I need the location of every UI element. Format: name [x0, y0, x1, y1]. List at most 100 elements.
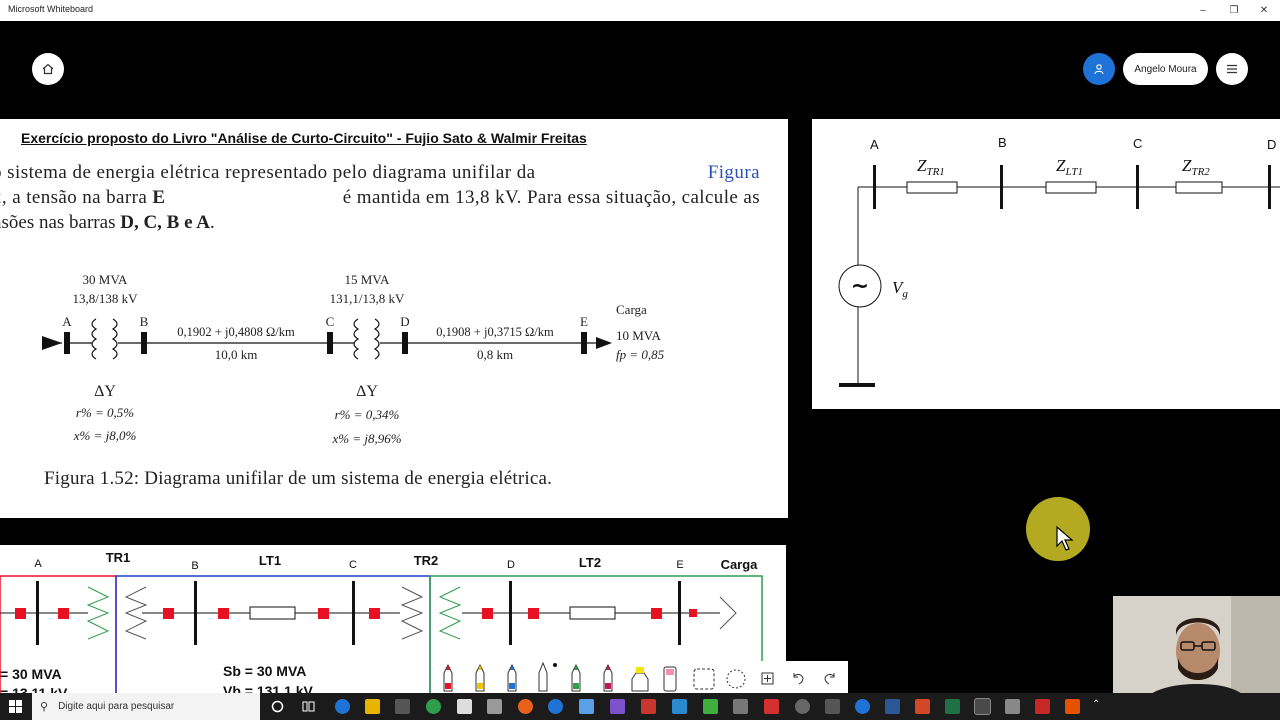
app-icon-3[interactable] — [672, 699, 687, 714]
close-button[interactable]: ✕ — [1249, 2, 1279, 19]
tr1-winding-primary — [91, 318, 98, 360]
firefox-icon[interactable] — [518, 699, 533, 714]
tr1-connection: ΔY — [94, 383, 116, 400]
app-icon-2[interactable] — [641, 699, 656, 714]
z-tr1-label: ZTR1 — [917, 156, 945, 178]
load-fp: fp = 0,85 — [616, 347, 665, 362]
camtasia-icon[interactable] — [703, 699, 718, 714]
user-name-button[interactable]: Angelo Moura — [1123, 53, 1208, 85]
z-tr1-resistor — [906, 181, 958, 194]
bus-a-label: A — [62, 314, 72, 329]
taskbar-search[interactable]: ⚲ Digite aqui para pesquisar — [32, 693, 260, 720]
bus-e-bar — [581, 332, 587, 354]
equivalent-circuit-image[interactable]: A B C D ZTR1 ZLT1 ZTR2 Vg ~ — [812, 119, 1280, 409]
windows-taskbar: ⚲ Digite aqui para pesquisar ⌃ — [0, 693, 1280, 720]
circuit-bus-d-bar — [1268, 165, 1271, 209]
app-icon-1[interactable] — [610, 699, 625, 714]
sketch-note-1: = 30 MVA — [0, 666, 62, 682]
tr2-reactance: x% = j8,96% — [331, 431, 401, 446]
red-pen-icon — [443, 663, 453, 692]
impedance-circuit: A B C D ZTR1 ZLT1 ZTR2 Vg ~ — [838, 135, 1280, 387]
tr2-winding-secondary — [373, 318, 380, 360]
mouse-pointer-icon — [1056, 526, 1074, 551]
minimize-button[interactable]: – — [1188, 2, 1218, 19]
sketch-bus-a: A — [34, 558, 42, 570]
powerpoint-icon[interactable] — [915, 699, 930, 714]
bus-e-label: E — [580, 314, 588, 329]
avatar-button[interactable] — [1083, 53, 1115, 85]
sketch-vb: Vb = 131,1 kV — [223, 683, 314, 693]
load-arrow — [596, 337, 612, 349]
tr1-rating: 30 MVA — [83, 272, 129, 287]
chrome-icon[interactable] — [426, 699, 441, 714]
tr2-winding-primary — [353, 318, 360, 360]
bus-c-bar — [327, 332, 333, 354]
app-icon-6[interactable] — [825, 699, 840, 714]
home-icon — [42, 63, 54, 75]
sketch-lt1-resistor — [249, 606, 296, 620]
highlighter-icon — [631, 667, 649, 692]
sketch-tr2: TR2 — [414, 553, 439, 568]
circuit-bus-c: C — [1133, 136, 1142, 151]
z-lt1-resistor — [1045, 181, 1097, 194]
task-view-icon[interactable] — [302, 700, 315, 713]
undo-icon — [793, 673, 804, 685]
photos-icon[interactable] — [487, 699, 502, 714]
home-button[interactable] — [32, 53, 64, 85]
ie-icon[interactable] — [548, 699, 563, 714]
exercise-line-1: o sistema de energia elétrica representa… — [0, 162, 760, 184]
magenta-pen-icon — [603, 663, 613, 692]
tr2-resistance: r% = 0,34% — [335, 407, 400, 422]
tray-chevron-icon[interactable]: ⌃ — [1092, 699, 1100, 710]
circuit-bus-d: D — [1267, 137, 1276, 152]
acrobat-icon[interactable] — [764, 699, 779, 714]
mail-icon[interactable] — [457, 699, 472, 714]
z-tr2-resistor — [1175, 181, 1223, 194]
file-explorer-icon[interactable] — [365, 699, 380, 714]
notes-icon[interactable] — [579, 699, 594, 714]
line1-length: 10,0 km — [215, 347, 258, 362]
sketch-bus-d: D — [507, 559, 515, 571]
tr2-rating: 15 MVA — [345, 272, 391, 287]
figure-link[interactable]: Figura — [708, 162, 760, 184]
sketch-tr1: TR1 — [106, 550, 131, 565]
excel-icon[interactable] — [945, 699, 960, 714]
exercise-heading: Exercício proposto do Livro "Análise de … — [21, 130, 587, 146]
app-icon-4[interactable] — [733, 699, 748, 714]
hamburger-icon — [1227, 64, 1237, 74]
sketch-note-2: = 13,11 kV — [0, 685, 68, 693]
line2-length: 0,8 km — [477, 347, 513, 362]
pen-tools — [443, 661, 835, 692]
exercise-text: o sistema de energia elétrica representa… — [0, 162, 760, 234]
person-icon — [1094, 64, 1104, 75]
eraser-icon — [726, 669, 746, 689]
store-icon[interactable] — [395, 699, 410, 714]
sketch-sb: Sb = 30 MVA — [223, 663, 306, 679]
sketch-lt1: LT1 — [259, 553, 281, 568]
word-icon[interactable] — [885, 699, 900, 714]
window-title: Microsoft Whiteboard — [8, 4, 94, 14]
exercise-line-3: nsões nas barras D, C, B e A. — [0, 212, 215, 233]
sketch-lt2-resistor — [569, 606, 616, 620]
menu-button[interactable] — [1216, 53, 1248, 85]
ruler-icon — [538, 661, 557, 692]
pen-toolbar — [432, 661, 848, 693]
line1-impedance: 0,1902 + j0,4808 Ω/km — [177, 325, 295, 339]
app-icon-5[interactable] — [795, 699, 810, 714]
whiteboard-icon[interactable] — [974, 698, 991, 715]
app-icon-7[interactable] — [855, 699, 870, 714]
generator-symbol — [42, 336, 62, 350]
windows-start-icon[interactable] — [9, 700, 22, 713]
app-icon-8[interactable] — [1065, 699, 1080, 714]
bus-d-bar — [402, 332, 408, 354]
cortana-icon[interactable] — [271, 700, 284, 713]
camera-icon[interactable] — [1005, 699, 1020, 714]
maximize-button[interactable]: ❐ — [1219, 2, 1249, 19]
edge-icon[interactable] — [335, 699, 350, 714]
pdf-icon[interactable] — [1035, 699, 1050, 714]
sketch-bus-b: B — [191, 560, 198, 572]
tr1-winding-secondary — [111, 318, 118, 360]
exercise-image[interactable]: Exercício proposto do Livro "Análise de … — [0, 119, 788, 518]
load-label: Carga — [616, 302, 647, 317]
sketch-bus-c: C — [349, 559, 357, 571]
